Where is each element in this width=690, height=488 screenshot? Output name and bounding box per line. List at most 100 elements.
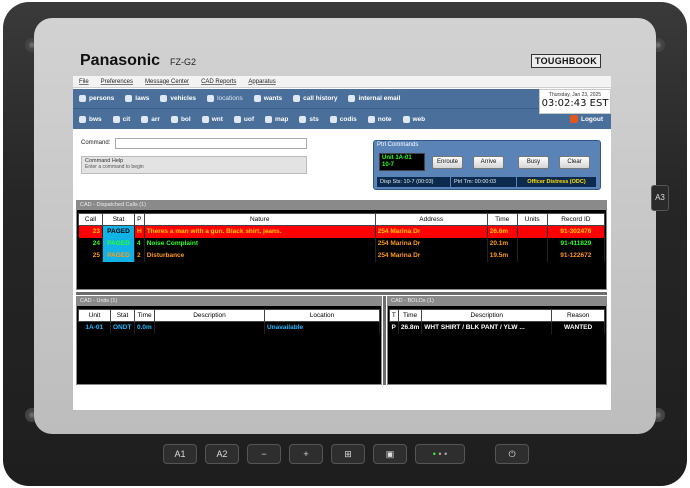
nav-note[interactable]: note [367,115,392,123]
lock-button[interactable]: ▣ [373,444,407,464]
arrest-icon [141,115,149,123]
warrant-icon [201,115,209,123]
persons-icon [79,95,86,102]
nav-map[interactable]: map [265,115,288,123]
command-input[interactable] [115,138,307,149]
col-stat[interactable]: Stat [110,309,135,322]
dispatched-calls-title: CAD - Dispatched Calls (1) [77,201,606,210]
col-description[interactable]: Description [421,309,553,322]
table-row[interactable]: 24 PAGED 4 Noise Complaint 254 Marina Dr… [78,237,606,250]
hw-button-a1[interactable]: A1 [163,444,197,464]
nav-uof[interactable]: uof [233,115,254,123]
bws-icon [79,115,86,123]
nav-sts[interactable]: sts [299,115,319,123]
clear-button[interactable]: Clear [559,156,590,169]
logout-icon [569,115,578,123]
status-badge: PAGED [102,237,135,250]
hw-button-volume-down[interactable]: − [247,444,281,464]
ptrl-title: Ptrl Commands [377,142,419,148]
hardware-button-bar: A1 A2 − + ⊞ ▣ • • • ⏻ [163,442,533,468]
menu-cad-reports[interactable]: CAD Reports [201,79,236,85]
menu-apparatus[interactable]: Apparatus [248,79,275,85]
col-time[interactable]: Time [397,309,423,322]
unit-status-box: Unit 1A-01 10-7 [379,153,425,171]
nav-vehicles[interactable]: vehicles [160,95,196,102]
busy-button[interactable]: Busy [518,156,549,169]
bolos-panel: CAD - BOLOs (1) T Time Description Reaso… [387,296,607,385]
logout-button[interactable]: Logout [569,115,603,123]
nav-bws[interactable]: bws [79,115,102,123]
command-label: Command: [81,140,111,146]
vertical-splitter[interactable] [383,296,386,385]
nav-wnt[interactable]: wnt [201,115,223,123]
col-time[interactable]: Time [486,213,518,226]
email-icon [348,95,356,102]
menu-bar: File Preferences Message Center CAD Repo… [73,76,611,88]
nav-bol[interactable]: bol [170,115,191,123]
nav-locations[interactable]: locations [207,95,243,102]
horizontal-splitter[interactable] [76,292,607,295]
nav-call-history[interactable]: call history [293,95,337,102]
menu-file[interactable]: File [79,79,89,85]
col-time[interactable]: Time [134,309,155,322]
map-icon [265,115,272,123]
menu-preferences[interactable]: Preferences [101,79,133,85]
model-label: FZ-G2 [170,57,196,67]
laws-icon [125,95,133,102]
uof-icon [233,115,241,123]
col-units[interactable]: Units [516,213,548,226]
table-row[interactable]: 1A-01 ONDT 0.0m Unavailable [78,321,380,334]
status-badge: PAGED [102,249,135,262]
command-help: Command Help Enter a command to begin [81,156,307,174]
nav-row-primary: persons laws vehicles locations wants ca… [73,89,539,109]
side-button-a3[interactable]: A3 [651,185,669,211]
nav-wants[interactable]: wants [253,95,282,102]
nav-laws[interactable]: laws [125,95,149,102]
table-row[interactable]: 23 PAGED H Theres a man with a gun. Blac… [78,225,606,238]
nav-persons[interactable]: persons [79,95,114,102]
bolos-title: CAD - BOLOs (1) [388,297,606,306]
unit-id: Unit 1A-01 [382,155,412,161]
table-row[interactable]: 25 PAGED 2 Disturbance 254 Marina Dr 19.… [78,249,606,262]
nav-arr[interactable]: arr [141,115,160,123]
col-address[interactable]: Address [374,213,488,226]
col-stat[interactable]: Stat [102,213,135,226]
col-location[interactable]: Location [264,309,380,322]
distress-alert: Officer Distress (ODC) [517,177,597,187]
col-type[interactable]: T [389,309,399,322]
menu-message-center[interactable]: Message Center [145,79,189,85]
vehicle-icon [160,95,168,102]
power-button[interactable]: ⏻ [495,444,529,464]
clock-time: 03:02:43 EST [541,98,609,109]
series-logo: TOUGHBOOK [531,54,602,68]
hw-button-a2[interactable]: A2 [205,444,239,464]
status-leds: • • • [415,444,465,464]
unit-code: 10-7 [382,162,395,168]
col-nature[interactable]: Nature [143,213,376,226]
col-call[interactable]: Call [78,213,103,226]
col-record-id[interactable]: Record ID [546,213,606,226]
enroute-button[interactable]: Enroute [432,156,463,169]
table-row[interactable]: P 26.8m WHT SHIRT / BLK PANT / YLW ... W… [389,321,605,334]
bolo-icon [170,115,178,123]
nav-cit[interactable]: cit [112,115,130,123]
nav-web[interactable]: web [402,115,425,123]
units-table: Unit Stat Time Description Location 1A-0… [78,309,380,334]
windows-button[interactable]: ⊞ [331,444,365,464]
nav-codis[interactable]: codis [329,115,357,123]
bolos-table: T Time Description Reason P 26.8m WHT SH… [389,309,605,334]
clock-widget: Thursday, Jan 23, 2025 03:02:43 EST [539,89,611,114]
dispatched-calls-table: Call Stat P Nature Address Time Units Re… [78,213,606,262]
col-description[interactable]: Description [154,309,265,322]
nav-internal-email[interactable]: internal email [348,95,400,102]
hw-button-volume-up[interactable]: + [289,444,323,464]
col-p[interactable]: P [134,213,145,226]
units-title: CAD - Units (1) [77,297,381,306]
col-unit[interactable]: Unit [78,309,111,322]
status-icon [299,115,307,123]
arrive-button[interactable]: Arrive [473,156,504,169]
top-nav: persons laws vehicles locations wants ca… [73,89,603,129]
col-reason[interactable]: Reason [551,309,605,322]
web-icon [402,115,410,123]
phone-icon [293,95,301,102]
